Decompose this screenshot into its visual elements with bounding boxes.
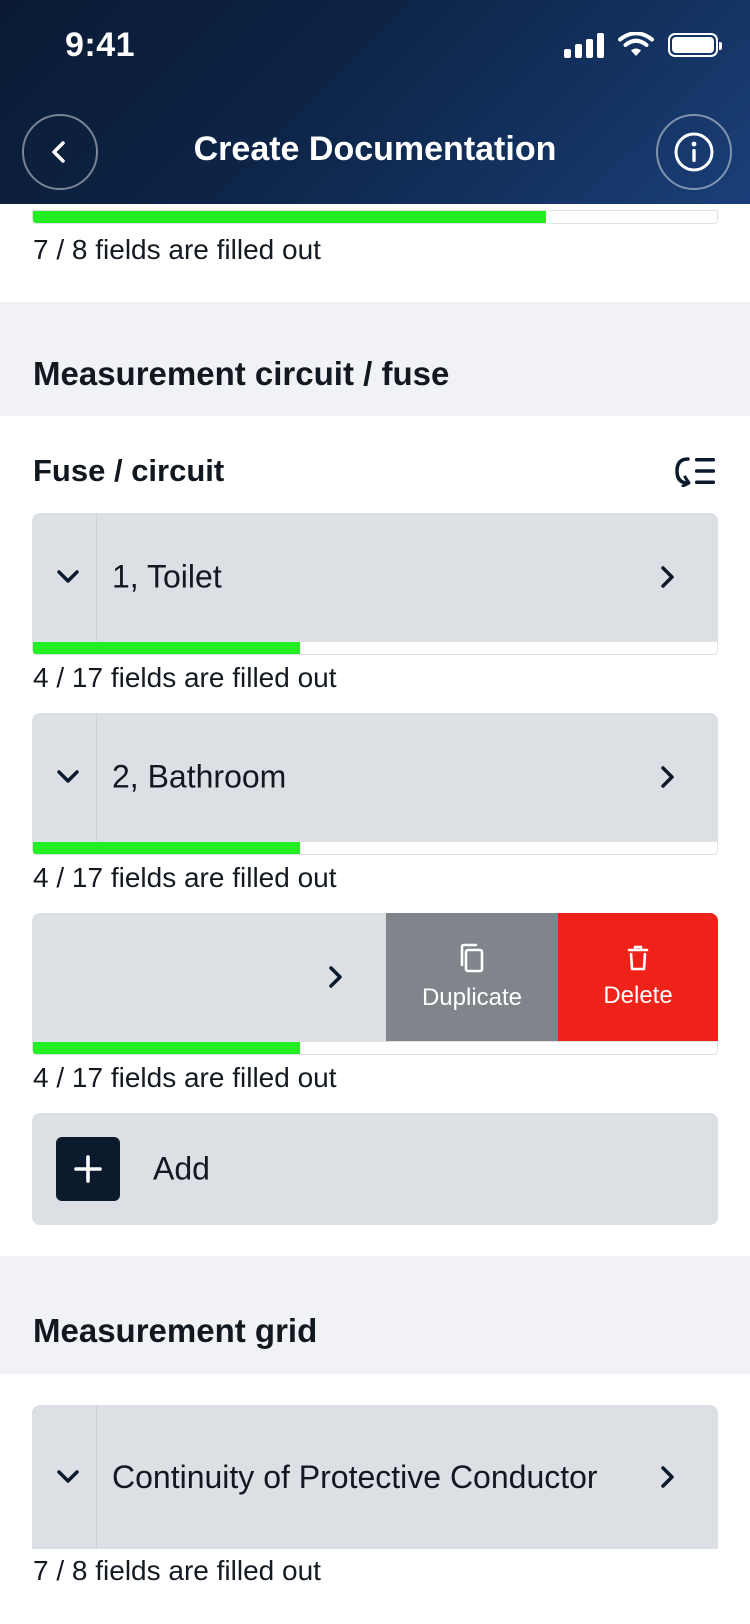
top-progress-fill xyxy=(33,211,546,223)
group-title-fuse-circuit: Fuse / circuit xyxy=(33,453,225,488)
list-item[interactable]: 1, Toilet xyxy=(32,513,718,641)
list-item-label: 2, Bathroom xyxy=(112,758,287,795)
chevron-right-icon[interactable] xyxy=(326,963,346,991)
add-button[interactable]: Add xyxy=(32,1113,718,1225)
row-divider xyxy=(96,713,97,841)
status-time: 9:41 xyxy=(65,26,136,64)
add-icon-box xyxy=(56,1137,120,1201)
list-item-label: Continuity of Protective Conductor xyxy=(112,1459,598,1495)
duplicate-label: Duplicate xyxy=(421,984,523,1011)
page-title: Create Documentation xyxy=(193,130,557,168)
list-item-label: 1, Toilet xyxy=(112,558,222,595)
section-title-fuse: Measurement circuit / fuse xyxy=(33,355,450,392)
section-title-grid: Measurement grid xyxy=(33,1312,318,1349)
chevron-right-icon[interactable] xyxy=(658,563,678,591)
add-label: Add xyxy=(153,1150,210,1187)
copy-icon xyxy=(460,943,484,973)
item-fields-text: 4 / 17 fields are filled out xyxy=(33,1062,337,1093)
chevron-down-icon[interactable] xyxy=(54,567,82,587)
item-fields-text: 4 / 17 fields are filled out xyxy=(33,662,337,693)
delete-button[interactable]: Delete xyxy=(558,913,718,1041)
item-fields-text: 4 / 17 fields are filled out xyxy=(33,862,337,893)
duplicate-button[interactable]: Duplicate xyxy=(386,913,558,1041)
status-icons xyxy=(564,32,722,58)
item-progress-fill xyxy=(33,1042,300,1054)
top-progress-bar xyxy=(32,210,718,224)
item-progress-fill xyxy=(33,642,300,654)
app-header: 9:41 Create Documentation xyxy=(0,0,750,204)
wifi-icon xyxy=(618,32,654,56)
chevron-right-icon[interactable] xyxy=(658,763,678,791)
delete-label: Delete xyxy=(603,982,673,1009)
item-progress-bar xyxy=(32,1041,718,1055)
info-icon xyxy=(674,132,714,172)
row-divider xyxy=(96,513,97,641)
chevron-down-icon[interactable] xyxy=(54,1467,82,1487)
trash-icon xyxy=(627,945,649,971)
top-fields-text: 7 / 8 fields are filled out xyxy=(33,234,321,265)
swiped-list-item[interactable]: Duplicate Delete xyxy=(32,913,718,1041)
chevron-right-icon[interactable] xyxy=(658,1463,678,1491)
battery-icon xyxy=(668,33,722,57)
row-divider xyxy=(96,1405,97,1549)
plus-icon xyxy=(74,1155,102,1183)
list-item[interactable]: 2, Bathroom xyxy=(32,713,718,841)
item-progress-bar xyxy=(32,641,718,655)
chevron-down-icon[interactable] xyxy=(54,767,82,787)
swiped-item-content[interactable] xyxy=(32,913,386,1041)
signal-icon xyxy=(564,32,604,58)
info-button[interactable] xyxy=(656,114,732,190)
item-progress-bar xyxy=(32,841,718,855)
list-item[interactable]: Continuity of Protective Conductor xyxy=(32,1405,718,1549)
toggle-list-icon[interactable] xyxy=(674,455,718,487)
item-progress-fill xyxy=(33,842,300,854)
item-fields-text: 7 / 8 fields are filled out xyxy=(33,1555,321,1586)
